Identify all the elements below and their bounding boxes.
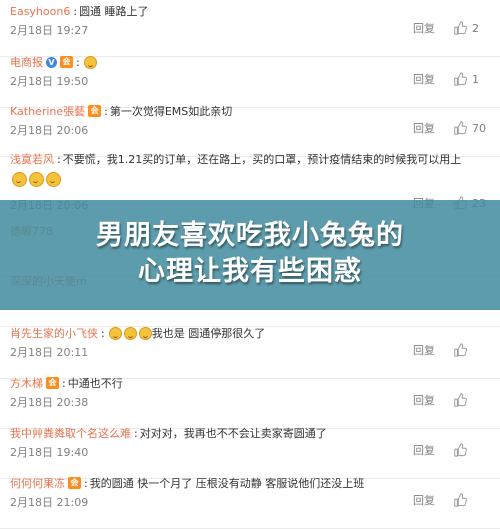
article-title: 男朋友喜欢吃我小兔兔的 心理让我有些困惑 — [0, 218, 500, 290]
article-title-line1: 男朋友喜欢吃我小兔兔的 — [96, 220, 404, 251]
comment-actions: 回复 2 — [413, 20, 486, 36]
colon-separator: : — [104, 104, 108, 118]
comment-date: 2月18日 21:09 — [10, 496, 89, 509]
like-icon — [454, 121, 467, 135]
comment-item: 方木梯会: 中通也不行 2月18日 20:38 回复 — [0, 372, 500, 429]
colon-separator: : — [57, 152, 61, 166]
reply-button[interactable]: 回复 — [413, 492, 435, 508]
comment-header: 方木梯会: 中通也不行 — [10, 375, 123, 391]
like-count: 1 — [472, 72, 479, 86]
comment-username[interactable]: Katherine張藝 — [10, 103, 85, 119]
comment-header: 肖先生家的小飞侠: 我也是 圆通停那很久了 — [10, 325, 265, 341]
colon-separator: : — [84, 476, 88, 490]
member-badge-icon: 会 — [46, 377, 59, 389]
comment-username[interactable]: 我中艸粪粦取个名这么难 — [10, 425, 131, 441]
comment-actions: 回复 — [413, 492, 486, 508]
comment-actions: 回复 1 — [413, 71, 486, 87]
comment-date: 2月18日 19:40 — [10, 446, 89, 459]
comment-actions: 回复 — [413, 442, 486, 458]
reply-button[interactable]: 回复 — [413, 71, 435, 87]
comment-text: 中通也不行 — [67, 377, 123, 390]
comment-text: 第一次觉得EMS如此亲切 — [109, 105, 233, 118]
like-icon — [454, 393, 467, 407]
like-icon — [454, 443, 467, 457]
emoji-icon — [138, 326, 152, 340]
colon-separator: : — [76, 55, 80, 69]
comment-text: 不要慌，我1.21买的订单，还在路上，买的口罩，预计疫情结束的时候我可以用上 — [62, 153, 462, 166]
comment-username[interactable]: 何何何果冻 — [10, 475, 65, 491]
member-badge-icon: 会 — [68, 477, 81, 489]
comment-username[interactable]: Easyhoon6 — [10, 5, 70, 18]
like-button[interactable] — [453, 393, 486, 407]
comment-item: 肖先生家的小飞侠: 我也是 圆通停那很久了 2月18日 20:11 回复 — [0, 322, 500, 379]
comment-date: 2月18日 20:11 — [10, 346, 89, 359]
reply-button[interactable]: 回复 — [413, 20, 435, 36]
comment-header: 何何何果冻会: 我的圆通 快一个月了 压根没有动静 客服说他们还没上班 — [10, 475, 364, 491]
comment-item: Easyhoon6: 圆通 睡路上了 2月18日 19:27 回复 2 — [0, 0, 500, 57]
like-icon — [454, 493, 467, 507]
like-count: 70 — [472, 121, 486, 135]
comment-actions: 回复 70 — [413, 120, 486, 136]
like-icon — [454, 21, 467, 35]
comment-username[interactable]: 方木梯 — [10, 375, 43, 391]
emoji-icon — [29, 172, 44, 187]
like-button[interactable]: 70 — [453, 121, 486, 135]
comment-text: 我也是 圆通停那很久了 — [151, 327, 266, 340]
comment-item: 我中艸粪粦取个名这么难: 对对对，我再也不不会让卖家寄圆通了 2月18日 19:40… — [0, 422, 500, 479]
comment-item: 浅寞若风: 不要慌，我1.21买的订单，还在路上，买的口罩，预计疫情结束的时候我可… — [0, 148, 500, 212]
comment-date: 2月18日 19:27 — [10, 24, 89, 37]
colon-separator: : — [73, 4, 78, 18]
emoji-icon — [83, 55, 97, 69]
emoji-icon — [123, 326, 137, 340]
comment-emoji-line — [10, 172, 61, 187]
verified-icon: V — [46, 56, 57, 68]
article-title-banner: 男朋友喜欢吃我小兔兔的 心理让我有些困惑 — [0, 200, 500, 310]
comment-text: 圆通 睡路上了 — [79, 5, 149, 18]
emoji-icon — [12, 172, 27, 187]
emoji-icon — [46, 172, 61, 187]
like-button[interactable] — [453, 493, 486, 507]
comment-username[interactable]: 肖先生家的小飞侠 — [10, 325, 98, 341]
comment-header: Easyhoon6: 圆通 睡路上了 — [10, 3, 149, 19]
comment-text: 我的圆通 快一个月了 压根没有动静 客服说他们还没上班 — [89, 477, 365, 490]
reply-button[interactable]: 回复 — [413, 120, 435, 136]
comment-actions: 回复 — [413, 392, 486, 408]
comment-header: Katherine張藝会: 第一次觉得EMS如此亲切 — [10, 103, 232, 119]
comment-header: 浅寞若风: 不要慌，我1.21买的订单，还在路上，买的口罩，预计疫情结束的时候我可… — [10, 151, 461, 167]
reply-button[interactable]: 回复 — [413, 442, 435, 458]
like-button[interactable] — [453, 343, 486, 357]
member-badge-icon: 会 — [88, 105, 102, 117]
reply-button[interactable]: 回复 — [413, 342, 435, 358]
colon-separator: : — [101, 326, 105, 340]
article-title-line2: 心理让我有些困惑 — [138, 256, 362, 287]
comment-date: 2月18日 20:06 — [10, 124, 89, 137]
comment-username[interactable]: 浅寞若风 — [10, 151, 54, 167]
like-button[interactable]: 2 — [453, 21, 486, 35]
like-button[interactable] — [453, 443, 486, 457]
comment-date: 2月18日 20:38 — [10, 396, 89, 409]
comment-actions: 回复 — [413, 342, 486, 358]
reply-button[interactable]: 回复 — [413, 392, 435, 408]
comment-username[interactable]: 电商报 — [10, 54, 43, 70]
like-icon — [454, 72, 467, 86]
comment-date: 2月18日 19:50 — [10, 75, 89, 88]
comment-text: 对对对，我再也不不会让卖家寄圆通了 — [139, 427, 327, 440]
like-button[interactable]: 1 — [453, 72, 486, 86]
like-count: 2 — [472, 21, 479, 35]
colon-separator: : — [134, 426, 138, 440]
colon-separator: : — [62, 376, 66, 390]
comment-header: 我中艸粪粦取个名这么难: 对对对，我再也不不会让卖家寄圆通了 — [10, 425, 327, 441]
comment-header: 电商报 V 会: — [10, 54, 97, 70]
like-icon — [454, 343, 467, 357]
comment-item: 何何何果冻会: 我的圆通 快一个月了 压根没有动静 客服说他们还没上班 2月18日 … — [0, 472, 500, 529]
emoji-icon — [108, 326, 122, 340]
member-badge-icon: 会 — [60, 56, 73, 68]
